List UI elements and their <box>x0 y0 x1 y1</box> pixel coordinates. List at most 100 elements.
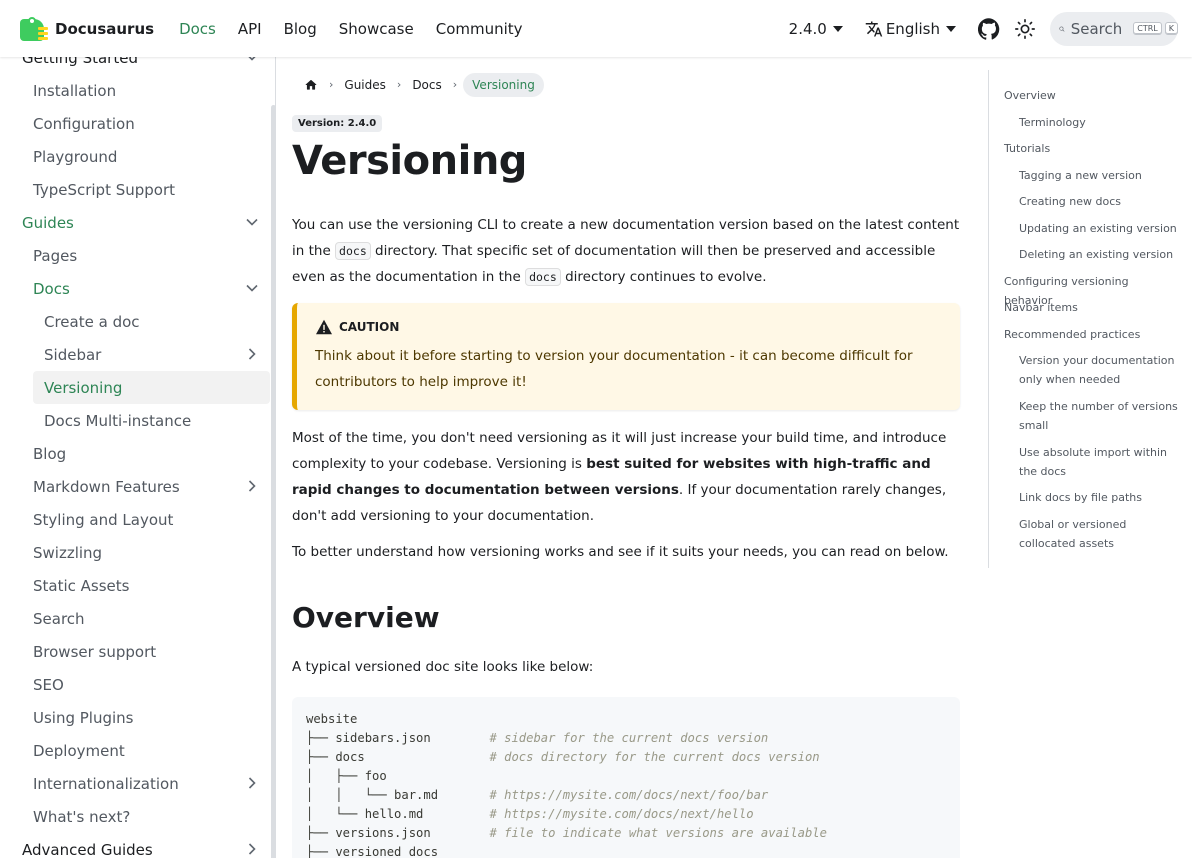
github-link[interactable] <box>978 17 1000 40</box>
sidebar-item[interactable]: Pages <box>0 239 270 272</box>
intro-paragraph: You can use the versioning CLI to create… <box>292 212 960 290</box>
code-text: ├── sidebars.json <box>306 731 490 745</box>
code-text: │ ├── foo <box>306 769 387 783</box>
sidebar-item[interactable]: Deployment <box>0 734 270 767</box>
chevron-right-icon[interactable] <box>246 843 258 855</box>
version-dropdown[interactable]: 2.4.0 <box>789 20 843 38</box>
caret-down-icon <box>832 25 843 32</box>
version-label: 2.4.0 <box>788 19 827 38</box>
sidebar-item[interactable]: Versioning <box>33 371 270 404</box>
code-line: │ │ └── bar.md # https://mysite.com/docs… <box>306 786 946 805</box>
nav-link-blog[interactable]: Blog <box>284 20 317 38</box>
sidebar-item[interactable]: Docs Multi-instance <box>0 404 270 437</box>
docs-sidebar: Getting Started Installation Configuration… <box>0 57 276 858</box>
toc-link[interactable]: Tutorials <box>1004 139 1164 158</box>
toc-link[interactable]: Creating new docs <box>1019 192 1179 211</box>
sidebar-item[interactable]: Markdown Features <box>0 470 270 503</box>
sidebar-item-label: Swizzling <box>33 543 103 562</box>
toc-link[interactable]: Tagging a new version <box>1019 166 1179 185</box>
sidebar-item-label: Deployment <box>33 741 125 760</box>
code-comment: # docs directory for the current docs ve… <box>489 750 820 764</box>
nav-link-community[interactable]: Community <box>436 20 523 38</box>
breadcrumb-docs[interactable]: Docs <box>412 78 441 92</box>
toc-link[interactable]: Keep the number of versions small <box>1019 397 1179 435</box>
toc-link[interactable]: Version your documentation only when nee… <box>1019 351 1179 389</box>
chevron-down-icon[interactable] <box>246 57 258 63</box>
toc-link[interactable]: Use absolute import within the docs <box>1019 443 1179 481</box>
chevron-down-icon[interactable] <box>246 216 258 228</box>
sidebar-item[interactable]: SEO <box>0 668 270 701</box>
toc-link[interactable]: Link docs by file paths <box>1019 488 1179 507</box>
nav-link-api[interactable]: API <box>238 20 262 38</box>
search-button[interactable]: Search CTRL K <box>1050 11 1178 46</box>
table-of-contents: Overview Terminology Tutorials Tagging a ne… <box>988 70 1178 568</box>
sidebar-item[interactable]: Styling and Layout <box>0 503 270 536</box>
code-line: │ └── hello.md # https://mysite.com/docs… <box>306 805 946 824</box>
chevron-right-icon[interactable] <box>246 777 258 789</box>
sidebar-item[interactable]: Search <box>0 602 270 635</box>
language-dropdown[interactable]: English <box>865 20 956 38</box>
sidebar-item-label: Pages <box>33 246 78 265</box>
sidebar-item[interactable]: Swizzling <box>0 536 270 569</box>
chevron-down-icon[interactable] <box>246 282 258 294</box>
search-icon <box>1059 26 1065 32</box>
nav-link-showcase[interactable]: Showcase <box>339 20 414 38</box>
brand-link[interactable]: Docusaurus <box>18 15 154 43</box>
sidebar-item-label: Versioning <box>44 378 123 397</box>
sidebar-item[interactable]: Playground <box>0 140 270 173</box>
code-line: ├── versioned_docs <box>306 843 946 858</box>
code-comment: # sidebar for the current docs version <box>489 731 769 745</box>
sidebar-item-label: Guides <box>22 213 74 232</box>
sidebar-item-label: Create a doc <box>44 312 140 331</box>
toc-link[interactable]: Updating an existing version <box>1019 219 1179 238</box>
chevron-right-icon[interactable] <box>246 348 258 360</box>
breadcrumb-current: Versioning <box>463 72 544 97</box>
home-icon[interactable] <box>304 78 318 92</box>
sidebar-item[interactable]: Advanced Guides <box>0 833 270 858</box>
sidebar-item-label: SEO <box>33 675 64 694</box>
theme-toggle[interactable] <box>1014 18 1036 40</box>
sidebar-item[interactable]: Docs <box>0 272 270 305</box>
sidebar-item[interactable]: Using Plugins <box>0 701 270 734</box>
code-text: │ │ └── bar.md <box>306 788 490 802</box>
sidebar-item-label: Docs Multi-instance <box>44 411 192 430</box>
toc-link[interactable]: Navbar items <box>1004 298 1164 317</box>
sidebar-item[interactable]: Getting Started <box>0 57 270 74</box>
sidebar-item[interactable]: Create a doc <box>0 305 270 338</box>
sidebar-scrollbar[interactable] <box>271 105 276 858</box>
sidebar-item[interactable]: Installation <box>0 74 270 107</box>
sidebar-item-label: Getting Started <box>22 57 138 67</box>
toc-link[interactable]: Terminology <box>1019 113 1179 132</box>
sidebar-item-label: Configuration <box>33 114 135 133</box>
overview-heading: Overview <box>292 601 440 634</box>
code-comment: # file to indicate what versions are ava… <box>489 826 827 840</box>
toc-link[interactable]: Recommended practices <box>1004 325 1164 344</box>
caution-title: CAUTION <box>339 320 400 334</box>
sidebar-item[interactable]: Sidebar <box>0 338 270 371</box>
toc-link[interactable]: Overview <box>1004 86 1164 105</box>
toc-link[interactable]: Deleting an existing version <box>1019 245 1179 264</box>
breadcrumb-guides[interactable]: Guides <box>344 78 386 92</box>
brand-name: Docusaurus <box>55 19 155 38</box>
sidebar-item-label: Sidebar <box>44 345 102 364</box>
sidebar-item-label: Browser support <box>33 642 157 661</box>
search-placeholder: Search <box>1070 19 1123 38</box>
inline-code-docs: docs <box>525 268 561 286</box>
sidebar-item[interactable]: Guides <box>0 206 270 239</box>
sidebar-item[interactable]: What's next? <box>0 800 270 833</box>
toc-link[interactable]: Global or versioned collocated assets <box>1019 515 1179 553</box>
sidebar-item[interactable]: TypeScript Support <box>0 173 270 206</box>
sidebar-item[interactable]: Blog <box>0 437 270 470</box>
chevron-right-icon[interactable] <box>246 480 258 492</box>
sidebar-item-label: Docs <box>33 279 70 298</box>
sidebar-item[interactable]: Browser support <box>0 635 270 668</box>
intro-text: directory continues to evolve. <box>560 269 767 285</box>
code-line: ├── sidebars.json # sidebar for the curr… <box>306 729 946 748</box>
page-title: Versioning <box>292 138 527 184</box>
sidebar-item[interactable]: Configuration <box>0 107 270 140</box>
code-comment: # https://mysite.com/docs/next/hello <box>489 807 754 821</box>
sidebar-item[interactable]: Static Assets <box>0 569 270 602</box>
sidebar-item[interactable]: Internationalization <box>0 767 270 800</box>
code-block: website ├── sidebars.json # sidebar for t… <box>292 697 960 858</box>
nav-link-docs[interactable]: Docs <box>179 20 216 38</box>
